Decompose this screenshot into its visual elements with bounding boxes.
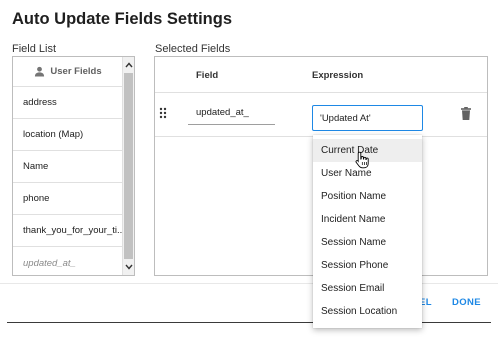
expression-input[interactable]: 'Updated At' [312,105,423,131]
hand-cursor-icon [355,151,369,169]
column-header-expression: Expression [312,70,364,81]
cancel-button-clip: CANCEL [421,295,441,309]
row-field-underline [188,124,275,125]
field-list-label: Field List [12,43,57,55]
field-list-panel: User Fields address location (Map) Name … [12,56,135,276]
field-list-header-label: User Fields [50,66,102,77]
scroll-up-icon[interactable] [123,58,134,72]
person-icon [35,66,45,77]
dropdown-option-session-phone[interactable]: Session Phone [313,254,422,277]
dropdown-option-session-email[interactable]: Session Email [313,277,422,300]
scrollbar-thumb[interactable] [124,73,133,259]
drag-handle-icon[interactable] [159,107,167,119]
field-list-header[interactable]: User Fields [13,57,123,87]
field-list-item-location[interactable]: location (Map) [13,119,123,151]
table-row: updated_at_ 'Updated At' [155,93,487,137]
field-list-item-updated-at: updated_at_ [23,257,76,269]
dropdown-option-incident-name[interactable]: Incident Name [313,208,422,231]
delete-icon[interactable] [461,107,471,120]
field-list-item-thank-you[interactable]: thank_you_for_your_ti... [13,215,123,247]
dialog-title: Auto Update Fields Settings [12,10,233,28]
field-list-scrollbar[interactable] [122,57,134,275]
selected-fields-header: Field Expression [155,57,487,93]
scroll-down-icon[interactable] [123,260,134,274]
row-field-name: updated_at_ [196,107,249,118]
field-list-item-name[interactable]: Name [13,151,123,183]
cancel-button[interactable]: CANCEL [421,297,432,308]
dropdown-option-position-name[interactable]: Position Name [313,185,422,208]
selected-fields-label: Selected Fields [155,43,231,55]
field-list-item-phone[interactable]: phone [13,183,123,215]
dropdown-option-session-name[interactable]: Session Name [313,231,422,254]
column-header-field: Field [196,70,219,81]
dropdown-option-session-location[interactable]: Session Location [313,300,422,323]
field-list-item-address[interactable]: address [13,87,123,119]
footer-divider [0,283,498,284]
done-button[interactable]: DONE [452,297,481,308]
